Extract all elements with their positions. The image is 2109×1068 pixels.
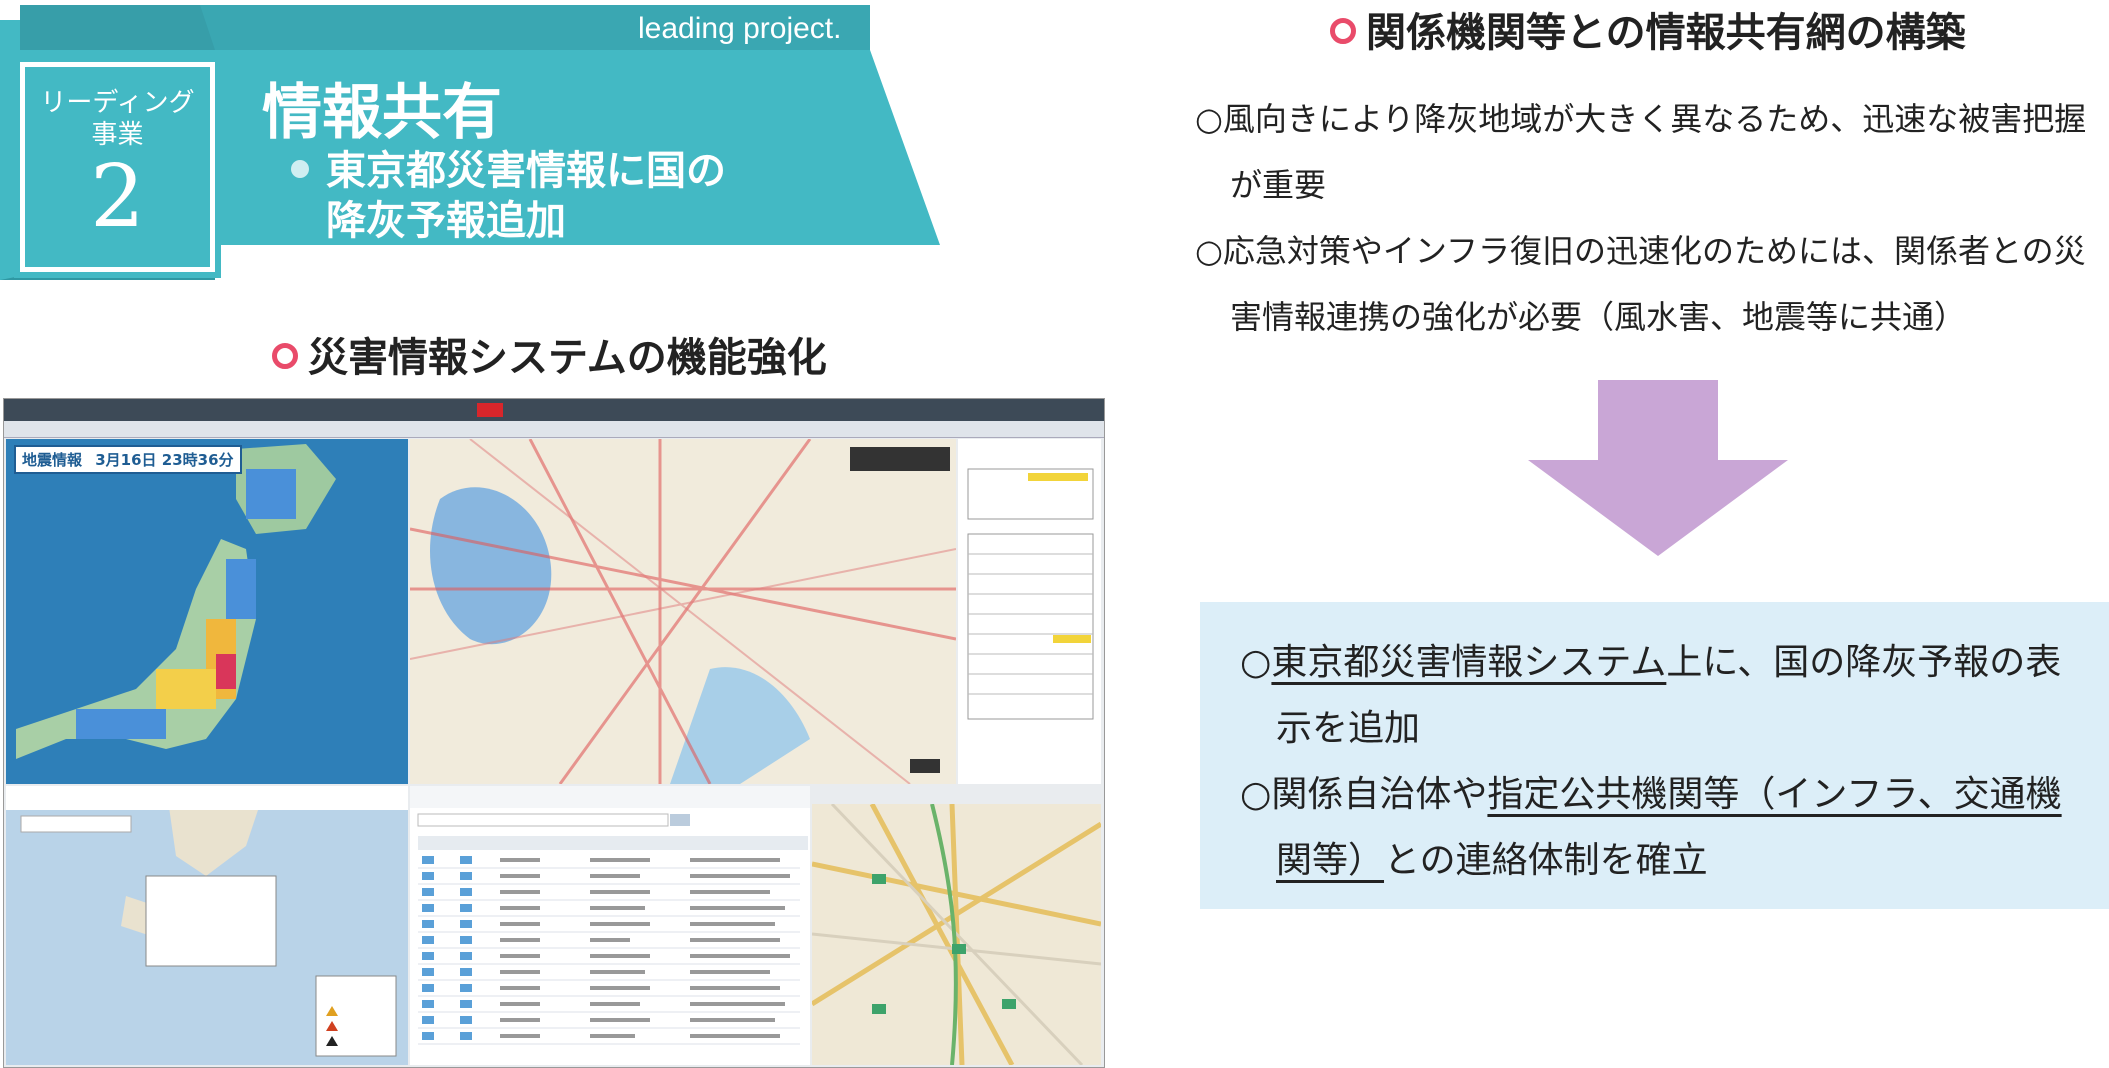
measure-1-underlined: 東京都災害情報システム (1271, 642, 1667, 683)
measure-2-underlined: 指定公共機関等（インフラ、交通機 (1487, 774, 2062, 815)
rain-radar-map (410, 439, 956, 784)
japan-map-icon (16, 444, 336, 759)
issue-1-line-1: ○風向きにより降灰地域が大きく異なるため、迅速な被害把握 (1195, 100, 2087, 138)
measure-1-rest: 上に、国の降灰予報の表 (1666, 642, 2062, 683)
report-table-icon (410, 786, 810, 1045)
alert-indicator (477, 403, 503, 417)
local-road-map-icon (812, 804, 1101, 1065)
info-side-panel (958, 439, 1101, 784)
disaster-system-screenshot: 地震情報 3月16日 23時36分 (3, 398, 1105, 1068)
issue-2-line-2: 害情報連携の強化が必要（風水害、地震等に共通） (1230, 298, 1967, 336)
earthquake-time-text: 3月16日 23時36分 (95, 451, 234, 469)
left-section-heading: 災害情報システムの機能強化 (272, 325, 827, 383)
measures-box: ○東京都災害情報システム上に、国の降灰予報の表 示を追加 ○関係自治体や指定公共… (1200, 602, 2109, 909)
report-list-panel (410, 786, 810, 1065)
measure-2-line-1: ○関係自治体や指定公共機関等（インフラ、交通機 (1240, 762, 2109, 828)
issue-1-line-2: が重要 (1230, 166, 1327, 204)
right-section-heading: 関係機関等との情報共有網の構築 (1330, 0, 1966, 58)
page-title: 情報共有 (262, 78, 502, 148)
bullet-dot-icon (291, 160, 309, 178)
arrow-shape (1528, 380, 1788, 560)
side-table-icon (967, 468, 1094, 720)
subtitle-line-2: 降灰予報追加 (326, 197, 566, 244)
page-subtitle: 東京都災害情報に国の 降灰予報追加 (291, 146, 726, 246)
measure-1-line-1: ○東京都災害情報システム上に、国の降灰予報の表 (1240, 630, 2109, 696)
leading-project-tagline: leading project. (638, 12, 842, 45)
ring-bullet-icon (272, 343, 298, 369)
measure-2-line2-underlined: 関等） (1276, 840, 1385, 881)
local-map-panel (812, 804, 1101, 1065)
badge-number: 2 (90, 147, 145, 247)
app-menubar (4, 421, 1104, 438)
right-heading-text: 関係機関等との情報共有網の構築 (1366, 10, 1966, 56)
measures-text: ○東京都災害情報システム上に、国の降灰予報の表 示を追加 ○関係自治体や指定公共… (1200, 602, 2109, 894)
earthquake-info-label: 地震情報 3月16日 23時36分 (14, 445, 242, 474)
ashfall-map-icon (6, 786, 408, 1065)
badge-label-1: リーディング (40, 88, 195, 118)
issues-text: ○風向きにより降灰地域が大きく異なるため、迅速な被害把握 が重要 ○応急対策やイ… (1195, 86, 2105, 350)
ashfall-forecast-panel (6, 786, 408, 1065)
leading-project-badge: リーディング 事業 2 (20, 62, 215, 272)
measure-2-prefix: ○関係自治体や (1240, 774, 1488, 815)
measure-2-line2-rest: との連絡体制を確立 (1384, 840, 1708, 881)
app-titlebar (4, 399, 1104, 421)
subtitle-line-1: 東京都災害情報に国の (326, 147, 726, 194)
earthquake-panel: 地震情報 3月16日 23時36分 (6, 439, 408, 784)
left-heading-text: 災害情報システムの機能強化 (308, 335, 827, 381)
measure-1-line-2: 示を追加 (1276, 708, 1421, 749)
measure-1-prefix: ○ (1240, 642, 1272, 683)
earthquake-label-text: 地震情報 (22, 451, 83, 469)
ring-bullet-icon (1330, 18, 1356, 44)
issue-2-line-1: ○応急対策やインフラ復旧の迅速化のためには、関係者との災 (1195, 232, 2086, 270)
measure-2-line-2: 関等）との連絡体制を確立 (1240, 828, 2109, 894)
tokyo-map-icon (410, 439, 956, 784)
